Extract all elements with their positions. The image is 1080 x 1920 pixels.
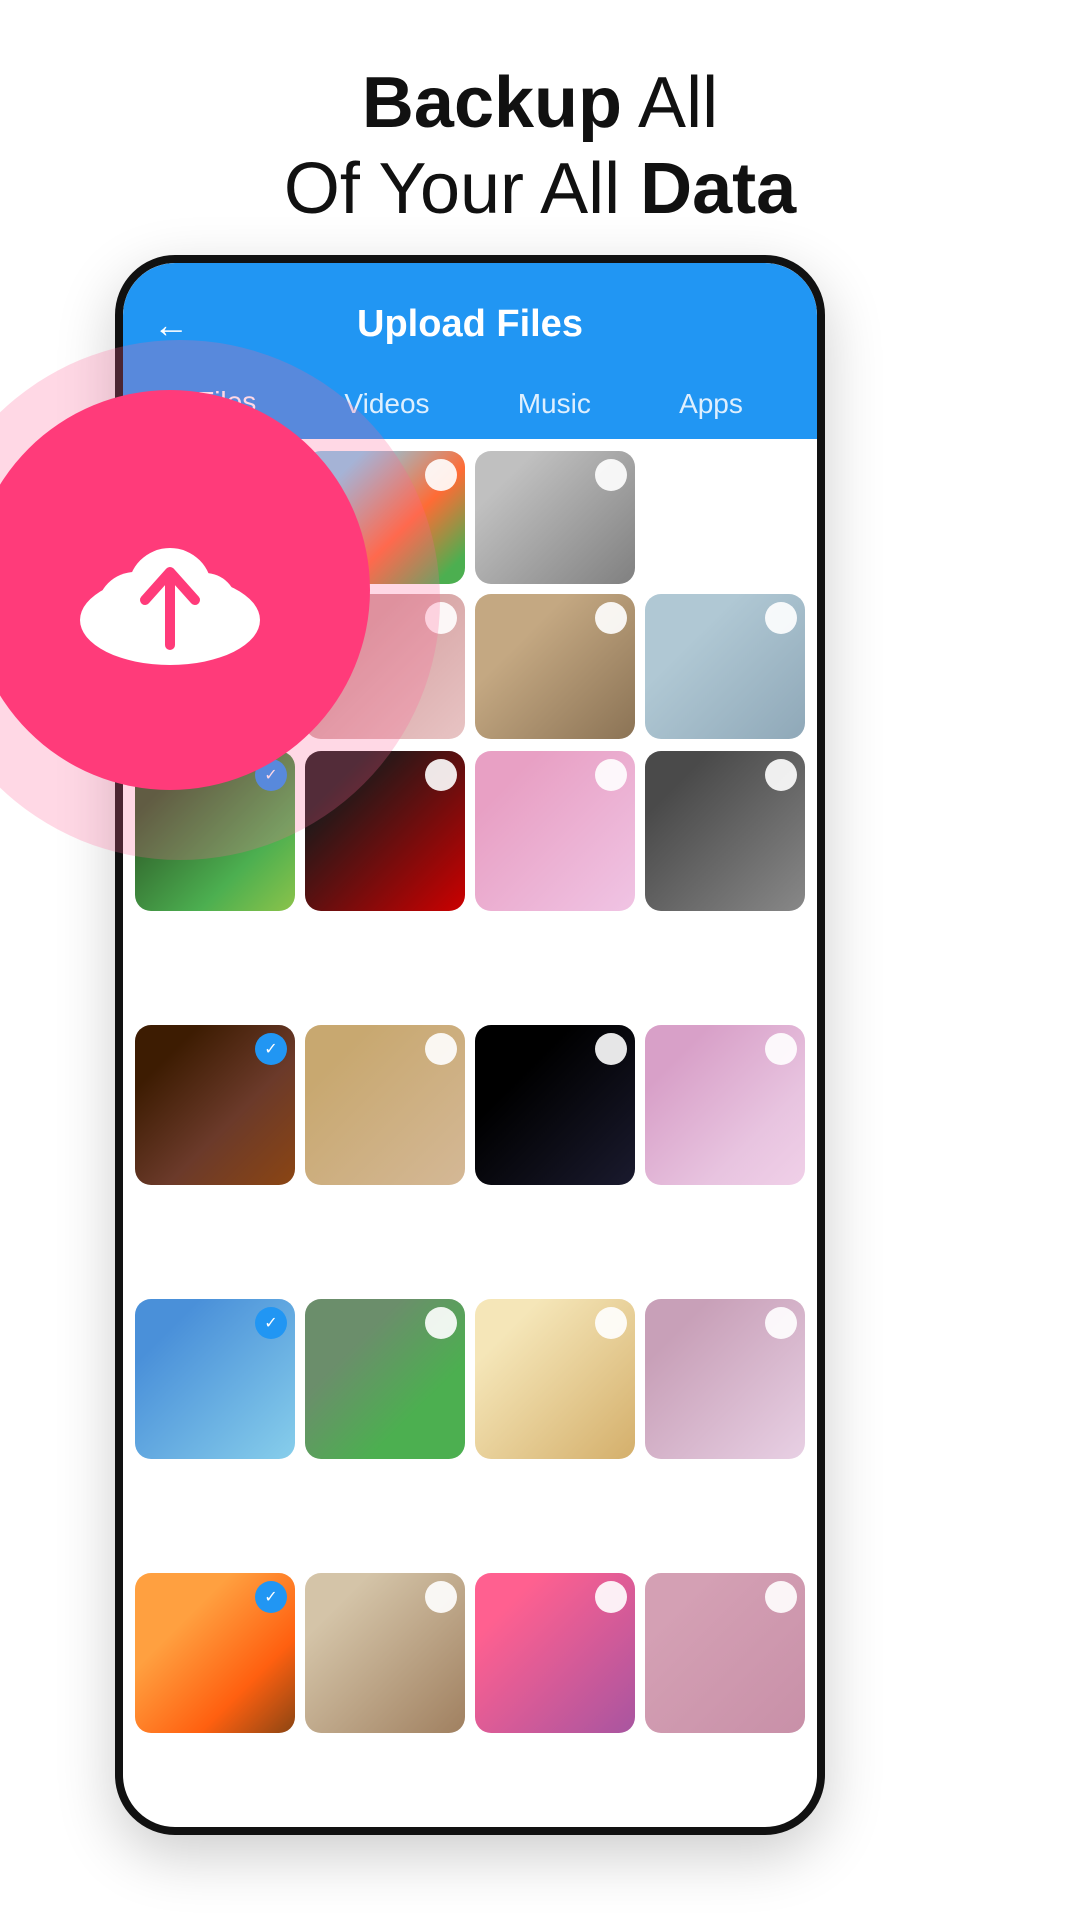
list-item[interactable]: ✓: [135, 1573, 295, 1733]
list-item[interactable]: [475, 1299, 635, 1459]
list-item[interactable]: [645, 1025, 805, 1185]
photo-select-checkbox[interactable]: ✓: [255, 1307, 287, 1339]
photo-select-checkbox[interactable]: [765, 1307, 797, 1339]
list-item[interactable]: [475, 451, 635, 584]
app-title: Upload Files: [357, 303, 583, 346]
photo-select-checkbox[interactable]: [425, 1307, 457, 1339]
cloud-upload-icon: [60, 500, 280, 680]
list-item[interactable]: [645, 594, 805, 739]
list-item[interactable]: [645, 1573, 805, 1733]
list-item[interactable]: [305, 1573, 465, 1733]
photos-grid: ✓ ✓ ✓: [123, 739, 817, 1835]
photo-select-checkbox[interactable]: [595, 459, 627, 491]
photo-select-checkbox[interactable]: ✓: [255, 1581, 287, 1613]
photo-select-checkbox[interactable]: [595, 1307, 627, 1339]
photo-select-checkbox[interactable]: [425, 759, 457, 791]
tab-apps[interactable]: Apps: [659, 378, 763, 438]
photo-select-checkbox[interactable]: [765, 1581, 797, 1613]
list-item[interactable]: ✓: [135, 1299, 295, 1459]
list-item[interactable]: [305, 1025, 465, 1185]
header-normal-1: All: [638, 63, 718, 143]
photo-select-checkbox[interactable]: [595, 759, 627, 791]
list-item[interactable]: [645, 1299, 805, 1459]
photo-select-checkbox[interactable]: [765, 759, 797, 791]
list-item[interactable]: [475, 751, 635, 911]
header-bold-2: Data: [640, 149, 796, 229]
list-item[interactable]: [645, 751, 805, 911]
photo-select-checkbox[interactable]: [595, 1033, 627, 1065]
tab-music[interactable]: Music: [498, 378, 611, 438]
header-bold-1: Backup: [362, 63, 622, 143]
photo-select-checkbox[interactable]: [425, 1581, 457, 1613]
list-item[interactable]: [475, 1025, 635, 1185]
photo-select-checkbox[interactable]: [765, 602, 797, 634]
photo-select-checkbox[interactable]: [595, 602, 627, 634]
photo-select-checkbox[interactable]: [765, 1033, 797, 1065]
header-normal-2: Of Your All: [284, 149, 620, 229]
photo-select-checkbox[interactable]: [425, 1033, 457, 1065]
list-item[interactable]: [475, 594, 635, 739]
photo-select-checkbox[interactable]: [425, 459, 457, 491]
page-header: Backup All Of Your All Data: [0, 0, 1080, 273]
photo-select-checkbox[interactable]: ✓: [255, 1033, 287, 1065]
list-item[interactable]: [305, 1299, 465, 1459]
list-item[interactable]: [475, 1573, 635, 1733]
photo-select-checkbox[interactable]: [595, 1581, 627, 1613]
list-item[interactable]: ✓: [135, 1025, 295, 1185]
